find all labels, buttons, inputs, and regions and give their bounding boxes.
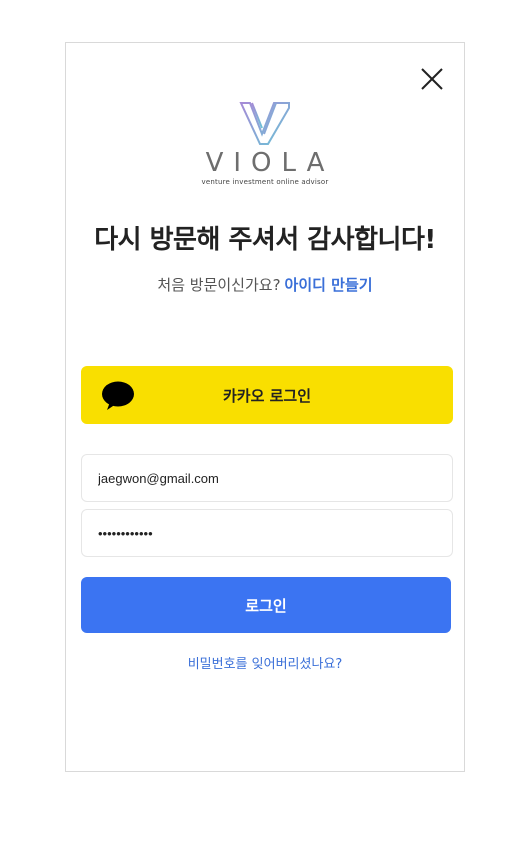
login-modal: VIOLA venture investment online advisor … — [65, 42, 465, 772]
close-icon[interactable] — [419, 66, 445, 92]
logo-wordmark: VIOLA — [205, 148, 335, 178]
kakao-chat-icon — [102, 381, 134, 410]
kakao-login-label: 카카오 로그인 — [222, 386, 312, 405]
signup-prompt-text: 처음 방문이신가요? — [157, 276, 281, 294]
create-account-link[interactable]: 아이디 만들기 — [285, 276, 373, 294]
logo-tagline: venture investment online advisor — [201, 178, 329, 186]
password-field[interactable] — [81, 509, 453, 557]
close-button[interactable] — [419, 66, 445, 92]
login-button[interactable]: 로그인 — [81, 577, 451, 633]
viola-logo: VIOLA venture investment online advisor — [66, 100, 464, 186]
viola-logo-icon — [239, 102, 290, 145]
forgot-password-link[interactable]: 비밀번호를 잊어버리셨나요? — [66, 653, 464, 672]
email-field[interactable] — [81, 454, 453, 502]
kakao-login-button[interactable]: 카카오 로그인 — [81, 366, 453, 424]
page-title: 다시 방문해 주셔서 감사합니다! — [94, 225, 436, 255]
signup-prompt: 처음 방문이신가요? 아이디 만들기 — [66, 274, 464, 295]
